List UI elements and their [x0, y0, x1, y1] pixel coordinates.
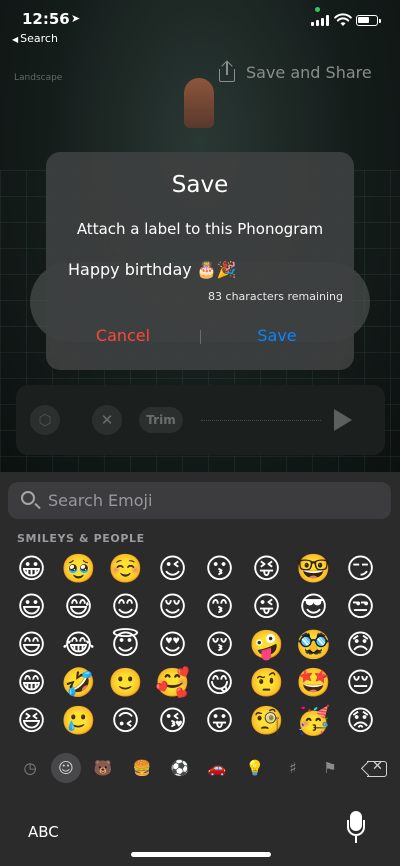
emoji-key[interactable]: 😝: [243, 550, 290, 588]
emoji-key[interactable]: 😘: [149, 702, 196, 740]
emoji-key[interactable]: 😃: [8, 588, 55, 626]
camera-in-use-dot-icon: [315, 7, 320, 12]
emoji-key[interactable]: 🧐: [243, 702, 290, 740]
emoji-key[interactable]: 🥲: [55, 702, 102, 740]
food-icon[interactable]: 🍔: [128, 754, 156, 782]
emoji-key[interactable]: 🤓: [290, 550, 337, 588]
emoji-key[interactable]: 🥳: [290, 702, 337, 740]
emoji-category-bar: ◷ ☺ 🐻 🍔 ⚽ 🚗 💡 ♯ ⚑ ✕: [0, 750, 400, 786]
wifi-icon: [334, 13, 352, 31]
delete-key-icon[interactable]: ✕: [360, 759, 387, 778]
emoji-key[interactable]: 🤪: [243, 626, 290, 664]
emoji-key[interactable]: 😟: [337, 702, 384, 740]
recent-icon[interactable]: ◷: [16, 754, 44, 782]
emoji-key[interactable]: 😗: [196, 550, 243, 588]
emoji-key[interactable]: 😋: [196, 664, 243, 702]
emoji-key[interactable]: 😒: [337, 588, 384, 626]
battery-icon: [356, 15, 381, 26]
share-icon: [218, 60, 236, 83]
clear-button[interactable]: ✕: [92, 405, 122, 435]
cube-icon[interactable]: ⬡: [30, 405, 60, 435]
battery-cap: [379, 18, 381, 23]
emoji-key[interactable]: 😊: [102, 588, 149, 626]
candle-decoration: [184, 78, 214, 128]
cancel-button[interactable]: Cancel: [46, 326, 200, 345]
microphone-icon[interactable]: [347, 811, 365, 845]
dialog-message: Attach a label to this Phonogram: [76, 220, 324, 238]
emoji-key[interactable]: 😂: [55, 626, 102, 664]
emoji-key[interactable]: 😍: [149, 626, 196, 664]
audio-toolbar: ⬡ ✕ Trim: [16, 385, 385, 455]
emoji-key[interactable]: 🤨: [243, 664, 290, 702]
emoji-key[interactable]: 🙂: [102, 664, 149, 702]
emoji-keyboard: SMILEYS & PEOPLE 😀🥹☺️😉😗😝🤓😏 😃😅😊😌😙😜😎😒 😄😂😇😍😚🤪…: [0, 472, 400, 866]
abc-key[interactable]: ABC: [28, 823, 59, 841]
emoji-key[interactable]: 😔: [337, 664, 384, 702]
flag-icon[interactable]: ⚑: [316, 754, 344, 782]
emoji-key[interactable]: 😅: [55, 588, 102, 626]
back-link-label: Search: [20, 32, 58, 45]
save-and-share-label: Save and Share: [246, 62, 372, 82]
emoji-key[interactable]: 😇: [102, 626, 149, 664]
smiley-icon[interactable]: ☺: [51, 753, 81, 783]
emoji-key[interactable]: 🥰: [149, 664, 196, 702]
emoji-key[interactable]: 😉: [149, 550, 196, 588]
emoji-search-input[interactable]: [48, 482, 378, 519]
car-icon[interactable]: 🚗: [203, 754, 231, 782]
emoji-key[interactable]: 😀: [8, 550, 55, 588]
emoji-key[interactable]: 😜: [243, 588, 290, 626]
emoji-search-bar[interactable]: [8, 482, 391, 519]
characters-remaining: 83 characters remaining: [208, 290, 343, 303]
emoji-key[interactable]: 🥹: [55, 550, 102, 588]
search-icon: [21, 491, 35, 505]
emoji-section-title: SMILEYS & PEOPLE: [17, 532, 145, 545]
symbols-icon[interactable]: ♯: [279, 754, 307, 782]
emoji-key[interactable]: 😛: [196, 702, 243, 740]
emoji-key[interactable]: 😎: [290, 588, 337, 626]
emoji-key[interactable]: 😁: [8, 664, 55, 702]
waveform-track: [201, 420, 321, 421]
emoji-key[interactable]: 😆: [8, 702, 55, 740]
emoji-key[interactable]: 😙: [196, 588, 243, 626]
status-bar: 12:56 ➤ ◀ Search: [0, 0, 400, 48]
emoji-key[interactable]: 🤣: [55, 664, 102, 702]
label-text-field[interactable]: Happy birthday 🎂🎉: [68, 260, 237, 279]
home-indicator[interactable]: [131, 852, 271, 857]
lightbulb-icon[interactable]: 💡: [241, 754, 269, 782]
cellular-signal-icon: [311, 15, 330, 26]
background-label: Landscape: [14, 73, 63, 83]
animal-icon[interactable]: 🐻: [89, 754, 117, 782]
emoji-key[interactable]: 😌: [149, 588, 196, 626]
emoji-key[interactable]: 🙃: [102, 702, 149, 740]
emoji-grid: 😀 🥹 ☺️ 😉 😗 😝 🤓 😏 😃 😅 😊 😌 😙 😜 😎 😒 😄 😂 😇 😍 😚 🤪 🥸 😞 😁 🤣 🙂 🥰 😋 🤨 🤩 😔 😆 🥲 🙃 😘 😛 🧐 🥳…: [8, 550, 400, 740]
dialog-title: Save: [171, 172, 229, 198]
save-button[interactable]: Save: [200, 326, 354, 345]
emoji-key[interactable]: 🤩: [290, 664, 337, 702]
emoji-key[interactable]: ☺️: [102, 550, 149, 588]
save-and-share-button[interactable]: Save and Share: [218, 60, 372, 84]
emoji-key[interactable]: 😚: [196, 626, 243, 664]
emoji-key[interactable]: 😏: [337, 550, 384, 588]
battery-fill: [358, 17, 369, 23]
emoji-key[interactable]: 🥸: [290, 626, 337, 664]
emoji-key[interactable]: 😞: [337, 626, 384, 664]
back-to-search-link[interactable]: ◀ Search: [12, 32, 58, 45]
save-dialog: Save Attach a label to this Phonogram Ha…: [46, 152, 354, 370]
status-time: 12:56: [22, 10, 70, 28]
wifi-icon-svg: [334, 13, 352, 26]
back-triangle-icon: ◀: [12, 35, 19, 44]
play-icon[interactable]: [334, 409, 352, 431]
emoji-key[interactable]: 😄: [8, 626, 55, 664]
location-arrow-icon: ➤: [71, 12, 81, 25]
trim-button[interactable]: Trim: [139, 407, 183, 433]
ball-icon[interactable]: ⚽: [166, 754, 194, 782]
